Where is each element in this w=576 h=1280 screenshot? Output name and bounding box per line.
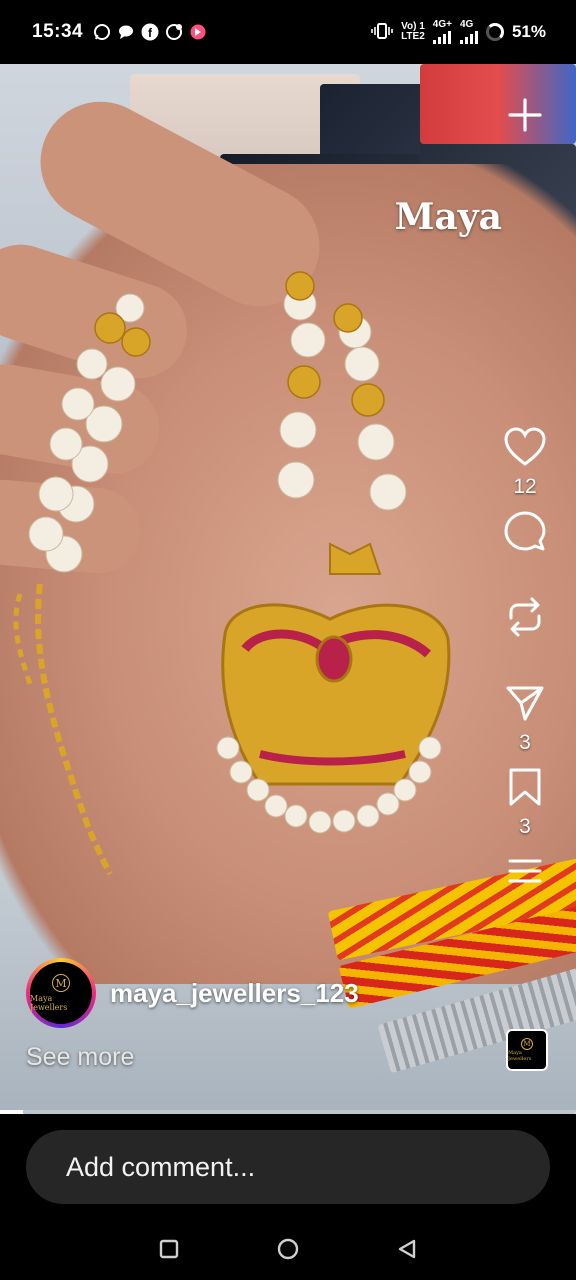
create-button[interactable] (500, 90, 550, 140)
comment-bubble-icon (504, 511, 546, 551)
post-author: M Maya Jewellers maya_jewellers_123 (26, 958, 359, 1028)
triangle-back-icon (398, 1239, 415, 1259)
more-icon (508, 859, 542, 883)
save-count: 3 (519, 815, 531, 838)
like-count: 12 (513, 475, 537, 498)
username[interactable]: maya_jewellers_123 (110, 978, 359, 1009)
bookmark-icon (509, 768, 541, 806)
audio-thumbnail[interactable]: M Maya Jewellers (506, 1029, 548, 1071)
app-notification-icon (189, 23, 207, 41)
facebook-icon: f (141, 23, 159, 41)
whatsapp-icon (93, 23, 111, 41)
sim2-label: 4G (459, 19, 474, 30)
status-time: 15:34 (32, 21, 84, 42)
repost-button[interactable] (500, 592, 550, 642)
notification-icons: f (93, 23, 207, 41)
comment-button[interactable] (500, 506, 550, 556)
heart-icon (504, 427, 546, 466)
sim1-bars-icon (432, 30, 452, 44)
share-count: 3 (519, 731, 531, 754)
audio-text: Maya Jewellers (508, 1050, 532, 1062)
home-button[interactable] (268, 1229, 308, 1269)
recents-button[interactable] (149, 1229, 189, 1269)
avatar-monogram: M (52, 974, 70, 992)
plus-icon (508, 98, 542, 132)
like-button[interactable] (500, 422, 550, 472)
send-icon (506, 686, 544, 721)
vibrate-icon (371, 22, 393, 42)
more-button[interactable] (500, 846, 550, 896)
status-bar: 15:34 f Vo) 1 LTE2 4G+ 4G 51% (0, 0, 576, 64)
sim2-bars-icon (459, 30, 478, 44)
reel-video[interactable]: Maya (0, 64, 576, 1114)
battery-percent: 51% (511, 22, 546, 41)
comment-placeholder: Add comment... (66, 1151, 256, 1182)
chat-bubble-icon (117, 23, 135, 41)
comment-area: Add comment... (0, 1114, 576, 1218)
battery-icon (485, 23, 504, 41)
avatar-logo: M Maya Jewellers (30, 962, 92, 1024)
sim1-label: 4G+ (432, 19, 452, 30)
reel-screen: 15:34 f Vo) 1 LTE2 4G+ 4G 51% Maya 12 3 … (0, 0, 576, 1280)
whatsapp-business-icon (165, 23, 183, 41)
network-labels: Vo) 1 LTE2 (401, 22, 425, 42)
share-button[interactable] (500, 678, 550, 728)
sim2-signal: 4G (459, 19, 478, 44)
audio-monogram: M (521, 1038, 533, 1050)
network-bottom: LTE2 (401, 31, 425, 42)
system-nav-bar (0, 1218, 576, 1280)
repost-icon (509, 597, 541, 637)
circle-icon (277, 1238, 299, 1260)
action-rail: 12 3 3 (500, 90, 550, 896)
sim1-signal: 4G+ (432, 19, 452, 44)
avatar[interactable]: M Maya Jewellers (26, 958, 96, 1028)
video-watermark: Maya (394, 196, 502, 238)
square-icon (160, 1239, 179, 1259)
comment-input[interactable]: Add comment... (26, 1130, 550, 1204)
back-button[interactable] (387, 1229, 427, 1269)
avatar-text: Maya Jewellers (30, 994, 68, 1012)
status-right: Vo) 1 LTE2 4G+ 4G 51% (371, 20, 546, 44)
save-button[interactable] (500, 762, 550, 812)
see-more-link[interactable]: See more (26, 1043, 134, 1072)
